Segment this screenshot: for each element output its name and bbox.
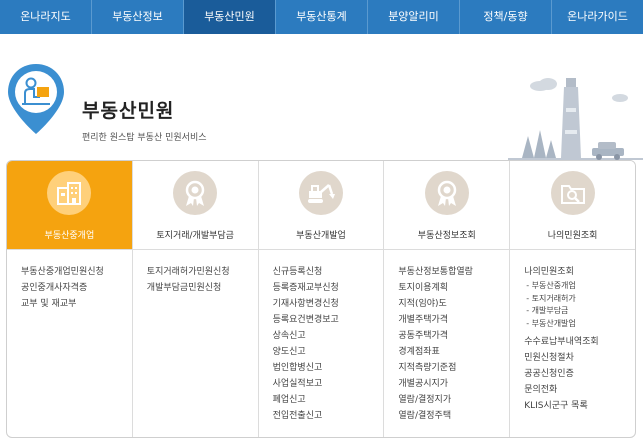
tab-info-lookup[interactable]: 부동산정보조회: [384, 161, 510, 250]
link-sub-development-charge[interactable]: - 개발부담금: [524, 305, 635, 318]
link-business-performance-report[interactable]: 사업실적보고: [273, 376, 384, 392]
link-individual-house-price[interactable]: 개별주택가격: [398, 312, 509, 328]
link-integrated-view[interactable]: 부동산정보통합열람: [398, 264, 509, 280]
link-registration-reissue[interactable]: 등록증재교부신청: [273, 280, 384, 296]
column-label: 부동산정보조회: [417, 231, 476, 241]
folder-search-icon: [550, 171, 595, 215]
column-my-civil: 나의민원조회 나의민원조회 - 부동산중개업 - 토지거래허가 - 개발부담금 …: [510, 161, 635, 437]
column-label: 부동산개발업: [296, 231, 346, 241]
link-list: 나의민원조회 - 부동산중개업 - 토지거래허가 - 개발부담금 - 부동산개발…: [510, 250, 635, 414]
link-klis-district-list[interactable]: KLIS시군구 목록: [524, 398, 635, 414]
link-entry-change[interactable]: 기재사항변경신청: [273, 296, 384, 312]
tab-development[interactable]: 부동산개발업: [258, 161, 384, 250]
map-pin-person-icon: [8, 64, 64, 134]
link-official-land-price[interactable]: 개별공시지가: [398, 376, 509, 392]
tab-land-transaction[interactable]: 토지거래/개발부담금: [132, 161, 258, 250]
tab-brokerage[interactable]: 부동산중개업: [7, 161, 132, 250]
link-sub-brokerage[interactable]: - 부동산중개업: [524, 280, 635, 293]
link-public-auth[interactable]: 공공신청인증: [524, 366, 635, 382]
column-info-lookup: 부동산정보조회 부동산정보통합열람 토지이용계획 지적(임야)도 개별주택가격 …: [384, 161, 511, 437]
nav-item-realestate-stats[interactable]: 부동산통계: [276, 0, 368, 34]
link-boundary-coordinates[interactable]: 경계점좌표: [398, 344, 509, 360]
tab-my-civil[interactable]: 나의민원조회: [510, 161, 635, 250]
link-sub-development[interactable]: - 부동산개발업: [524, 318, 635, 331]
link-land-use-plan[interactable]: 토지이용계획: [398, 280, 509, 296]
column-land-transaction: 토지거래/개발부담금 토지거래허가민원신청 개발부담금민원신청: [132, 161, 259, 437]
link-fee-payment-history[interactable]: 수수료납부내역조회: [524, 334, 635, 350]
link-new-registration[interactable]: 신규등록신청: [273, 264, 384, 280]
nav-item-presale-alert[interactable]: 분양알리미: [368, 0, 460, 34]
link-list: 부동산정보통합열람 토지이용계획 지적(임야)도 개별주택가격 공동주택가격 경…: [384, 250, 509, 424]
link-cadastral-map[interactable]: 지적(임야)도: [398, 296, 509, 312]
link-land-permit-civil-apply[interactable]: 토지거래허가민원신청: [147, 264, 258, 280]
nav-item-onnara-map[interactable]: 온나라지도: [0, 0, 92, 34]
page-header: 부동산민원 편리한 원스탑 부동산 민원서비스: [0, 34, 643, 160]
link-contact-phone[interactable]: 문의전화: [524, 382, 635, 398]
link-transfer-report[interactable]: 양도신고: [273, 344, 384, 360]
link-licensed-broker-certificate[interactable]: 공인중개사자격증: [21, 280, 132, 296]
page-title: 부동산민원: [82, 100, 175, 122]
link-requirement-change-report[interactable]: 등록요건변경보고: [273, 312, 384, 328]
service-grid: 부동산중개업 부동산중개업민원신청 공인중개사자격증 교부 및 재교부 토지거래…: [6, 160, 636, 438]
link-civil-procedure[interactable]: 민원신청절차: [524, 350, 635, 366]
top-navigation: 온나라지도 부동산정보 부동산민원 부동산통계 분양알리미 정책/동향 온나라가…: [0, 0, 643, 34]
ribbon-award-icon: [173, 171, 218, 215]
link-list: 부동산중개업민원신청 공인중개사자격증 교부 및 재교부: [7, 250, 132, 312]
nav-item-onnara-guide[interactable]: 온나라가이드: [552, 0, 643, 34]
link-brokerage-civil-apply[interactable]: 부동산중개업민원신청: [21, 264, 132, 280]
column-label: 나의민원조회: [547, 231, 598, 241]
building-icon: [47, 171, 92, 215]
link-view-decided-land-price[interactable]: 열람/결정지가: [398, 392, 509, 408]
link-apartment-price[interactable]: 공동주택가격: [398, 328, 509, 344]
link-survey-control-point[interactable]: 지적측량기준점: [398, 360, 509, 376]
excavator-icon: [298, 171, 343, 215]
link-issue-reissue[interactable]: 교부 및 재교부: [21, 296, 132, 312]
column-label: 토지거래/개발부담금: [156, 231, 234, 241]
link-list: 토지거래허가민원신청 개발부담금민원신청: [133, 250, 258, 296]
link-my-civil-lookup[interactable]: 나의민원조회: [524, 264, 635, 280]
nav-item-policy-trends[interactable]: 정책/동향: [460, 0, 552, 34]
link-closure-report[interactable]: 폐업신고: [273, 392, 384, 408]
link-relocation-report[interactable]: 전입전출신고: [273, 408, 384, 424]
nav-item-realestate-info[interactable]: 부동산정보: [92, 0, 184, 34]
link-list: 신규등록신청 등록증재교부신청 기재사항변경신청 등록요건변경보고 상속신고 양…: [259, 250, 384, 424]
link-view-decided-house-price[interactable]: 열람/결정주택: [398, 408, 509, 424]
ribbon-award-icon: [424, 171, 469, 215]
link-merger-report[interactable]: 법인합병신고: [273, 360, 384, 376]
column-brokerage: 부동산중개업 부동산중개업민원신청 공인중개사자격증 교부 및 재교부: [7, 161, 133, 437]
column-label: 부동산중개업: [44, 231, 95, 241]
link-development-charge-apply[interactable]: 개발부담금민원신청: [147, 280, 258, 296]
column-development: 부동산개발업 신규등록신청 등록증재교부신청 기재사항변경신청 등록요건변경보고…: [258, 161, 385, 437]
link-inheritance-report[interactable]: 상속신고: [273, 328, 384, 344]
link-sub-land-permit[interactable]: - 토지거래허가: [524, 293, 635, 306]
page-subtitle: 편리한 원스탑 부동산 민원서비스: [82, 133, 207, 143]
nav-item-realestate-civil[interactable]: 부동산민원: [184, 0, 276, 34]
lighthouse-scene-illustration: [508, 78, 643, 160]
